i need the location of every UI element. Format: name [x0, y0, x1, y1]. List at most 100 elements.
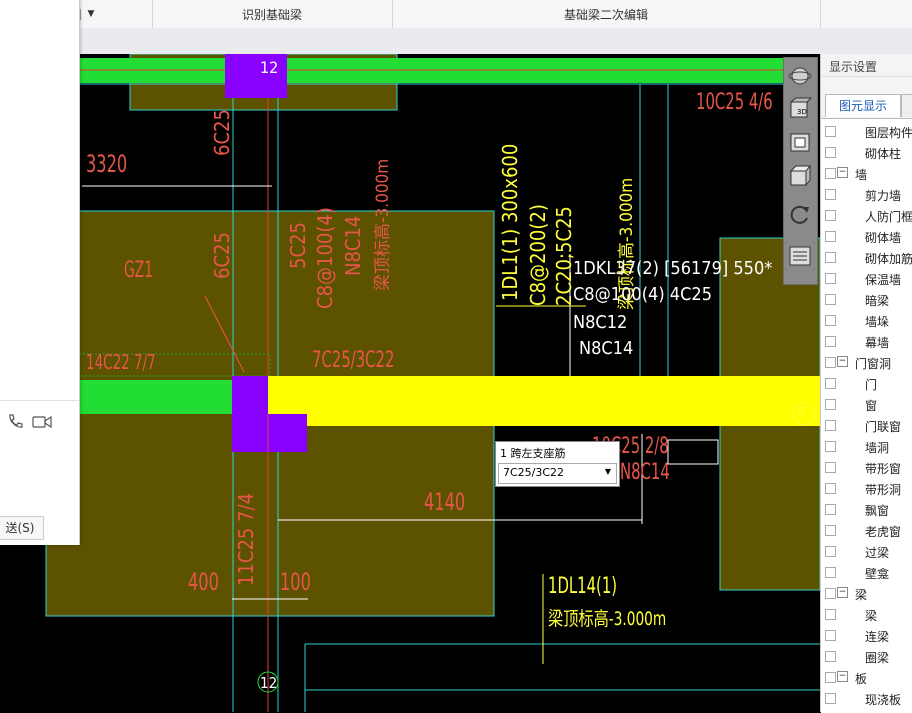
row-checkbox[interactable]	[825, 567, 836, 578]
rebar-edit-popup[interactable]: 1 跨左支座筋 7C25/3C22 ▼	[495, 441, 620, 487]
tree-row[interactable]: 连梁	[821, 625, 912, 646]
tree-row[interactable]: 梁	[821, 604, 912, 625]
svg-text:3D: 3D	[797, 108, 807, 116]
tree-row[interactable]: 人防门框	[821, 205, 912, 226]
tree-row[interactable]: 带形窗	[821, 457, 912, 478]
row-checkbox[interactable]	[825, 525, 836, 536]
row-checkbox[interactable]	[825, 378, 836, 389]
tree-row-label: 连梁	[865, 630, 890, 644]
collapse-icon[interactable]: −	[837, 167, 848, 178]
beam-mid-green	[79, 380, 234, 414]
row-checkbox[interactable]	[825, 651, 836, 662]
tree-row[interactable]: 砌体柱	[821, 142, 912, 163]
row-checkbox[interactable]	[825, 252, 836, 263]
tree-row[interactable]: 现浇板	[821, 688, 912, 709]
row-checkbox[interactable]	[825, 357, 836, 368]
tree-row[interactable]: − 梁	[821, 583, 912, 604]
row-checkbox[interactable]	[825, 693, 836, 704]
label-dl14-elevation: 梁顶标高-3.000m	[548, 608, 667, 630]
tree-row-label: 老虎窗	[865, 525, 902, 539]
row-checkbox[interactable]	[825, 231, 836, 242]
tree-row[interactable]: 过梁	[821, 541, 912, 562]
tree-row-label: 幕墙	[865, 336, 890, 350]
rotate-icon[interactable]	[788, 202, 812, 226]
tree-row-label: 砌体柱	[865, 147, 902, 161]
row-checkbox[interactable]	[825, 147, 836, 158]
tree-row-label: 现浇板	[865, 693, 902, 707]
tree-row-label: 壁龛	[865, 567, 890, 581]
row-checkbox[interactable]	[825, 630, 836, 641]
tree-row[interactable]: 剪力墙	[821, 184, 912, 205]
collapse-icon[interactable]: −	[837, 587, 848, 598]
tree-row[interactable]: 老虎窗	[821, 520, 912, 541]
tab-element-display-label: 图元显示	[838, 99, 887, 113]
tab-next[interactable]	[901, 94, 912, 117]
tree-row-label: 砌体加筋	[865, 252, 912, 266]
row-checkbox[interactable]	[825, 546, 836, 557]
label-dl1-stirrup: C8@200(2)	[526, 204, 550, 306]
ribbon-group-identify-beam[interactable]: 识别基础梁	[152, 0, 393, 28]
chat-panel: 送(S)	[0, 0, 80, 545]
row-checkbox[interactable]	[825, 420, 836, 431]
tree-row[interactable]: − 墙	[821, 163, 912, 184]
popup-select[interactable]: 7C25/3C22 ▼	[498, 463, 617, 484]
layer-icon[interactable]	[788, 244, 812, 268]
label-6c25: 6C25	[210, 232, 234, 279]
row-checkbox[interactable]	[825, 399, 836, 410]
tree-row[interactable]: 保温墙	[821, 268, 912, 289]
orbit-icon[interactable]	[788, 64, 812, 88]
box-view-icon[interactable]	[788, 164, 812, 188]
row-checkbox[interactable]	[825, 294, 836, 305]
ribbon-subbar	[0, 28, 912, 55]
tree-row[interactable]: 壁龛	[821, 562, 912, 583]
row-checkbox[interactable]	[825, 126, 836, 137]
top-view-icon[interactable]	[788, 130, 812, 154]
axis-label-top: 12	[260, 58, 279, 77]
chevron-down-icon[interactable]: ▼	[605, 467, 611, 476]
cad-canvas[interactable]: 12 12 R 6C25 3320 GZ1 6C25 5C25 C8@100(4…	[0, 54, 820, 712]
row-checkbox[interactable]	[825, 483, 836, 494]
tree-row[interactable]: − 门窗洞	[821, 352, 912, 373]
label-10c25-4-6: 10C25 4/6	[696, 90, 773, 115]
tree-row[interactable]: 暗梁	[821, 289, 912, 310]
tree-row[interactable]: 窗	[821, 394, 912, 415]
label-dkl-line2: C8@100(4) 4C25	[573, 284, 713, 305]
label-11c25: 11C25 7/4	[234, 492, 258, 586]
row-checkbox[interactable]	[825, 672, 836, 683]
send-button[interactable]: 送(S)	[0, 516, 44, 540]
tree-row[interactable]: 门	[821, 373, 912, 394]
phone-icon[interactable]	[6, 413, 24, 431]
tree-row[interactable]: 砌体墙	[821, 226, 912, 247]
collapse-icon[interactable]: −	[837, 356, 848, 367]
row-checkbox[interactable]	[825, 441, 836, 452]
tab-element-display[interactable]: 图元显示	[825, 94, 901, 117]
tree-row[interactable]: − 板	[821, 667, 912, 688]
label-dim-400: 400	[188, 568, 219, 596]
row-checkbox[interactable]	[825, 588, 836, 599]
row-checkbox[interactable]	[825, 462, 836, 473]
video-icon[interactable]	[32, 414, 52, 430]
row-checkbox[interactable]	[825, 609, 836, 620]
row-checkbox[interactable]	[825, 315, 836, 326]
tree-row[interactable]: 图层构件	[821, 121, 912, 142]
tree-row[interactable]: 飘窗	[821, 499, 912, 520]
row-checkbox[interactable]	[825, 168, 836, 179]
tree-row[interactable]: 圈梁	[821, 646, 912, 667]
row-checkbox[interactable]	[825, 210, 836, 221]
row-checkbox[interactable]	[825, 504, 836, 515]
tree-row-label: 圈梁	[865, 651, 890, 665]
tree-row[interactable]: 幕墙	[821, 331, 912, 352]
tree-row[interactable]: 墙洞	[821, 436, 912, 457]
tree-row[interactable]: 门联窗	[821, 415, 912, 436]
collapse-icon[interactable]: −	[837, 671, 848, 682]
label-dim-4140: 4140	[424, 488, 466, 516]
tree-row[interactable]: 墙垛	[821, 310, 912, 331]
3d-view-icon[interactable]: 3D	[788, 96, 813, 120]
tree-row[interactable]: 带形洞	[821, 478, 912, 499]
tree-row-label: 图层构件	[865, 126, 912, 140]
ribbon-group-beam-edit[interactable]: 基础梁二次编辑	[392, 0, 821, 28]
row-checkbox[interactable]	[825, 336, 836, 347]
tree-row[interactable]: 砌体加筋	[821, 247, 912, 268]
row-checkbox[interactable]	[825, 189, 836, 200]
row-checkbox[interactable]	[825, 273, 836, 284]
